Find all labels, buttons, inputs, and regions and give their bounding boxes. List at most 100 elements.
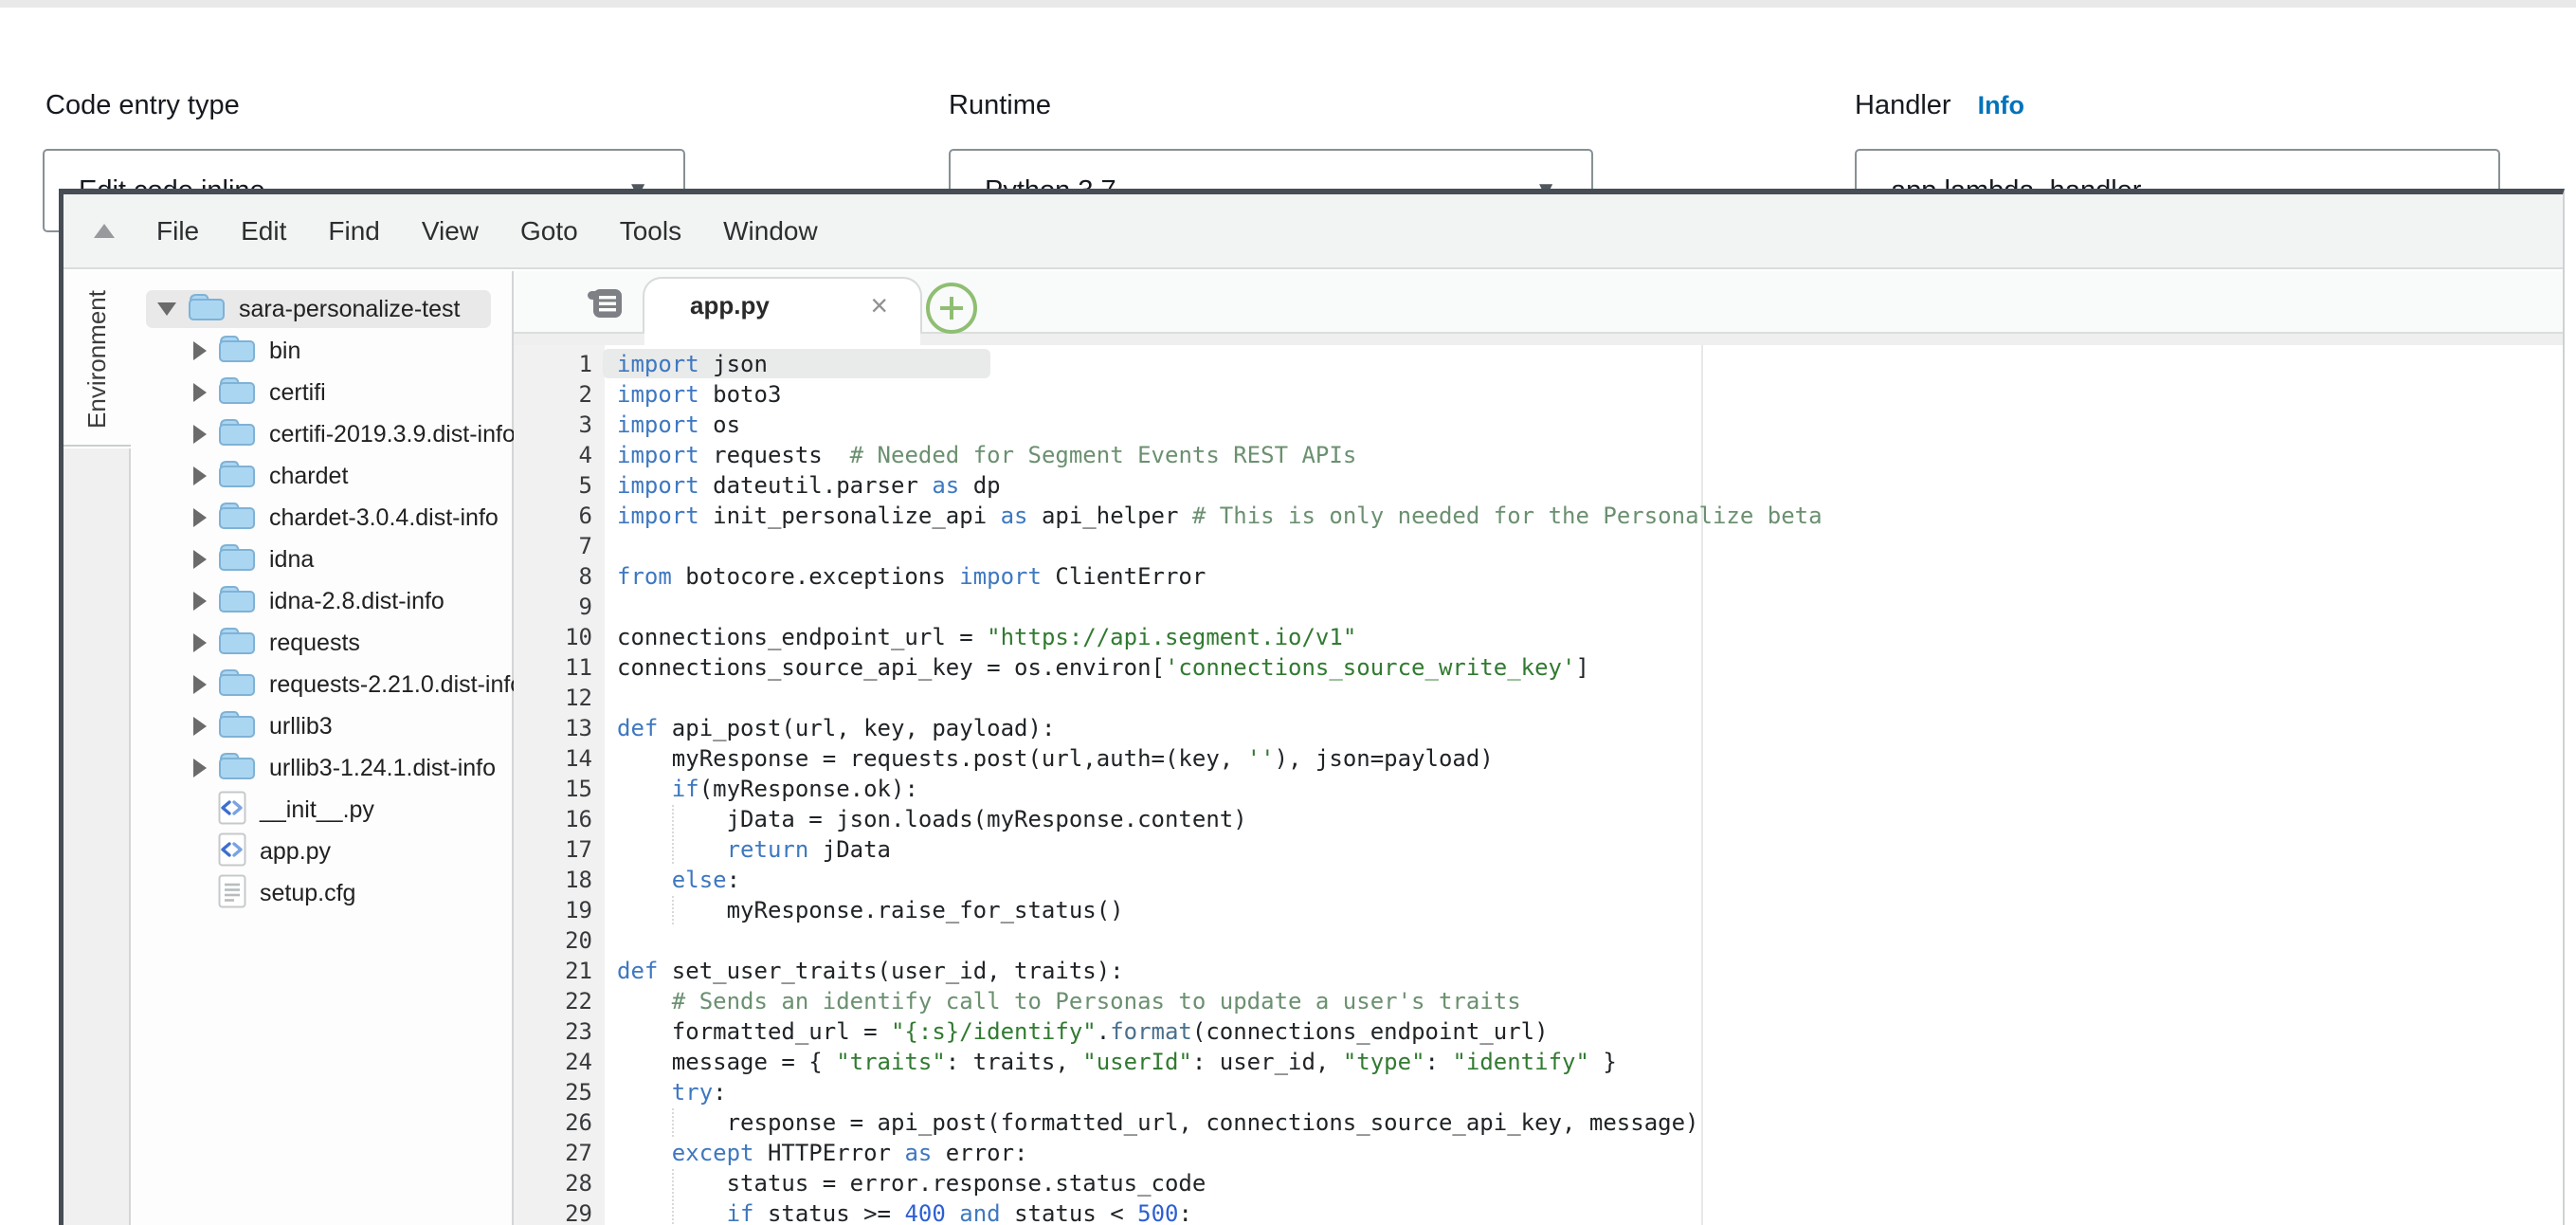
line-number: 16 [526, 804, 592, 834]
tree-item-label: urllib3 [269, 713, 333, 740]
chevron-collapsed-icon[interactable] [193, 550, 207, 569]
line-number: 23 [526, 1016, 592, 1047]
chevron-collapsed-icon[interactable] [193, 425, 207, 444]
line-number-gutter: 1234567891011121314151617181920212223242… [514, 345, 605, 1225]
tree-folder-idna[interactable]: idna [131, 539, 512, 580]
line-number: 19 [526, 895, 592, 925]
tree-folder-chardet[interactable]: chardet [131, 455, 512, 497]
code-line-1: import json [617, 349, 768, 379]
line-number: 4 [526, 440, 592, 470]
code-line-11: connections_source_api_key = os.environ[… [617, 652, 1589, 683]
code-line-21: def set_user_traits(user_id, traits): [617, 956, 1124, 986]
tree-item-label: requests-2.21.0.dist-info [269, 671, 523, 699]
tab-app-py[interactable]: app.py × [643, 277, 922, 332]
tree-folder-requests-2.21.0.dist-info[interactable]: requests-2.21.0.dist-info [131, 664, 512, 705]
code-line-13: def api_post(url, key, payload): [617, 713, 1055, 743]
code-line-15: if(myResponse.ok): [617, 774, 918, 804]
chevron-collapsed-icon[interactable] [193, 466, 207, 485]
code-line-19: myResponse.raise_for_status() [617, 895, 1124, 925]
folder-icon [218, 626, 256, 661]
config-file-icon [218, 874, 246, 913]
line-number: 3 [526, 410, 592, 440]
indent-guide [672, 1169, 674, 1198]
tree-folder-bin[interactable]: bin [131, 330, 512, 372]
indent-guide [672, 835, 674, 864]
tree-folder-certifi-2019.3.9.dist-info[interactable]: certifi-2019.3.9.dist-info [131, 413, 512, 455]
tree-folder-certifi[interactable]: certifi [131, 372, 512, 413]
new-tab-button[interactable] [923, 280, 980, 341]
code-line-14: myResponse = requests.post(url,auth=(key… [617, 743, 1494, 774]
folder-icon [218, 709, 256, 744]
menu-file[interactable]: File [156, 216, 199, 247]
folder-icon [218, 667, 256, 703]
tree-folder-chardet-3.0.4.dist-info[interactable]: chardet-3.0.4.dist-info [131, 497, 512, 539]
tree-item-label: chardet [269, 463, 348, 490]
tree-file-setup.cfg[interactable]: setup.cfg [131, 872, 512, 914]
line-number: 9 [526, 592, 592, 622]
line-number: 5 [526, 470, 592, 501]
code-editor-area[interactable]: 1234567891011121314151617181920212223242… [514, 345, 2563, 1225]
chevron-collapsed-icon[interactable] [193, 508, 207, 527]
line-number: 29 [526, 1198, 592, 1225]
menu-edit[interactable]: Edit [241, 216, 286, 247]
folder-icon [188, 292, 226, 327]
line-number: 24 [526, 1047, 592, 1077]
code-line-4: import requests # Needed for Segment Eve… [617, 440, 1356, 470]
tree-root-sara-personalize-test[interactable]: sara-personalize-test [131, 288, 512, 330]
tree-folder-idna-2.8.dist-info[interactable]: idna-2.8.dist-info [131, 580, 512, 622]
line-number: 10 [526, 622, 592, 652]
editor-tab-bar: app.py × [514, 271, 2563, 345]
chevron-collapsed-icon[interactable] [193, 717, 207, 736]
tab-connector [644, 330, 920, 345]
code-line-17: return jData [617, 834, 891, 865]
menu-view[interactable]: View [422, 216, 479, 247]
indent-guide [672, 1199, 674, 1225]
folder-icon [218, 459, 256, 494]
line-number: 15 [526, 774, 592, 804]
tree-folder-urllib3-1.24.1.dist-info[interactable]: urllib3-1.24.1.dist-info [131, 747, 512, 789]
code-line-5: import dateutil.parser as dp [617, 470, 1001, 501]
tree-file-__init__.py[interactable]: __init__.py [131, 789, 512, 831]
chevron-collapsed-icon[interactable] [193, 383, 207, 402]
line-number: 8 [526, 561, 592, 592]
line-number: 27 [526, 1138, 592, 1168]
chevron-collapsed-icon[interactable] [193, 675, 207, 694]
handler-info-link[interactable]: Info [1978, 91, 2024, 120]
folder-icon [218, 584, 256, 619]
lambda-code-editor-screen: Code entry type Edit code inline ▼ Runti… [0, 0, 2576, 1225]
code-line-6: import init_personalize_api as api_helpe… [617, 501, 1823, 531]
line-number: 28 [526, 1168, 592, 1198]
folder-icon [218, 542, 256, 577]
runtime-label: Runtime [949, 90, 1051, 121]
line-number: 14 [526, 743, 592, 774]
tree-item-label: idna-2.8.dist-info [269, 588, 444, 615]
chevron-collapsed-icon[interactable] [193, 341, 207, 360]
environment-tab[interactable]: Environment [63, 271, 131, 447]
chevron-expanded-icon[interactable] [157, 302, 176, 316]
line-number: 20 [526, 925, 592, 956]
tree-folder-urllib3[interactable]: urllib3 [131, 705, 512, 747]
close-tab-icon[interactable]: × [870, 290, 888, 320]
chevron-collapsed-icon[interactable] [193, 633, 207, 652]
folder-icon [218, 417, 256, 452]
chevron-collapsed-icon[interactable] [193, 759, 207, 777]
menu-find[interactable]: Find [328, 216, 379, 247]
environment-tab-label: Environment [82, 273, 111, 446]
tree-folder-requests[interactable]: requests [131, 622, 512, 664]
menu-window[interactable]: Window [723, 216, 818, 247]
line-number: 18 [526, 865, 592, 895]
collapse-editor-icon[interactable] [94, 224, 115, 238]
menu-tools[interactable]: Tools [620, 216, 681, 247]
menu-goto[interactable]: Goto [520, 216, 578, 247]
tree-file-app.py[interactable]: app.py [131, 831, 512, 872]
tree-item-label: certifi-2019.3.9.dist-info [269, 421, 516, 448]
top-divider [0, 0, 2576, 8]
code-line-24: message = { "traits": traits, "userId": … [617, 1047, 1617, 1077]
line-number: 7 [526, 531, 592, 561]
tab-list-icon[interactable] [587, 287, 625, 324]
python-file-icon [218, 791, 246, 830]
folder-icon [218, 334, 256, 369]
cloud9-editor-window: File Edit Find View Goto Tools Window Environm… [59, 189, 2565, 1225]
folder-icon [218, 751, 256, 786]
chevron-collapsed-icon[interactable] [193, 592, 207, 611]
